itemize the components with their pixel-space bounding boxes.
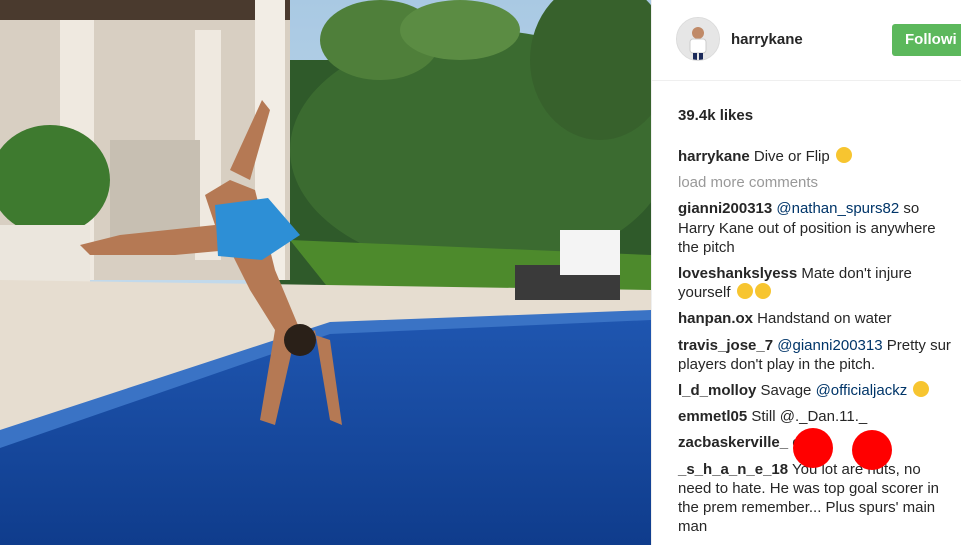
comment-item: loveshankslyess Mate don't injure yourse… <box>678 264 961 302</box>
post-image <box>0 0 651 545</box>
comment-item: travis_jose_7 @gianni200313 Pretty sur p… <box>678 336 961 374</box>
comment-username[interactable]: travis_jose_7 <box>678 337 773 354</box>
likes-count[interactable]: 39.4k likes <box>678 107 753 124</box>
load-more-comments-link[interactable]: load more comments <box>678 173 961 192</box>
avatar-icon <box>677 18 719 60</box>
caption-text: Dive or Flip <box>749 148 830 165</box>
comment-username[interactable]: l_d_molloy <box>678 382 756 399</box>
post-photo[interactable] <box>0 0 651 545</box>
comment-item: l_d_molloy Savage @officialjackz <box>678 381 961 400</box>
comment-item: emmetl05 Still @._Dan.11._ <box>678 407 961 426</box>
redaction-mark <box>793 428 833 468</box>
comment-item: _s_h_a_n_e_18 You lot are nuts, no need … <box>678 460 961 537</box>
comment-username[interactable]: zacbaskerville_ <box>678 434 788 451</box>
tears-of-joy-icon <box>754 283 771 300</box>
comment-item: hanpan.ox Handstand on water <box>678 309 961 328</box>
follow-button[interactable]: Followi <box>892 24 961 56</box>
comment-username[interactable]: _s_h_a_n_e_18 <box>678 461 788 478</box>
comment-username[interactable]: gianni200313 <box>678 200 772 217</box>
tears-of-joy-icon <box>913 381 930 398</box>
caption-username[interactable]: harrykane <box>678 148 750 165</box>
post-caption: harrykane Dive or Flip <box>678 147 961 166</box>
comment-mention[interactable]: @nathan_spurs82 <box>772 200 899 217</box>
post-sidebar: harrykane Followi 39.4k likes harrykane … <box>651 0 961 545</box>
post-header: harrykane Followi <box>652 0 961 81</box>
comment-username[interactable]: emmetl05 <box>678 408 747 425</box>
header-username[interactable]: harrykane <box>731 31 803 48</box>
comment-text: Handstand on water <box>753 310 892 328</box>
comment-mention[interactable]: @gianni200313 <box>773 337 882 354</box>
avatar[interactable] <box>676 17 720 61</box>
comments-list: harrykane Dive or Flip load more comment… <box>678 147 961 543</box>
comment-username[interactable]: hanpan.ox <box>678 310 753 327</box>
comment-text: Still @._Dan.11._ <box>747 408 868 426</box>
comment-mention[interactable]: @officialjackz <box>816 382 908 399</box>
comment-text: Savage <box>756 382 816 400</box>
thinking-face-icon <box>835 147 852 163</box>
tears-of-joy-icon <box>736 283 753 300</box>
comment-username[interactable]: loveshankslyess <box>678 265 797 282</box>
comment-item: gianni200313 @nathan_spurs82 so Harry Ka… <box>678 199 961 257</box>
redaction-mark <box>852 430 892 470</box>
